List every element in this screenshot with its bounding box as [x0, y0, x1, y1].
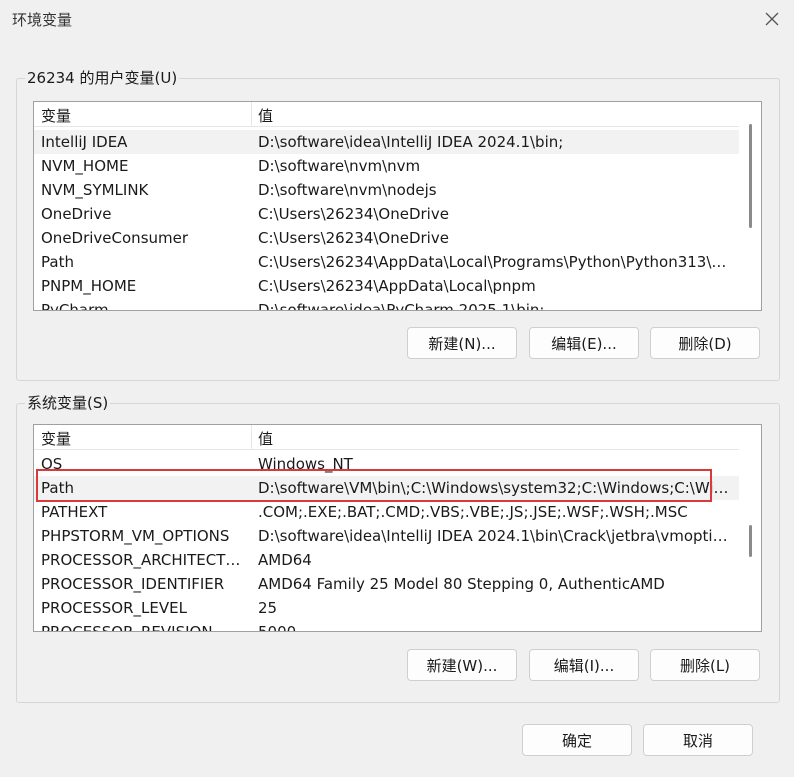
system-new-button[interactable]: 新建(W)...	[407, 649, 517, 681]
system-var-row[interactable]: PROCESSOR_IDENTIFIER AMD64 Family 25 Mod…	[34, 572, 739, 596]
system-vars-list[interactable]: 变量 值 OS Windows_NT Path D:\software\VM\b…	[33, 424, 762, 632]
var-value: D:\software\nvm\nodejs	[258, 181, 437, 199]
close-icon	[765, 12, 779, 26]
close-button[interactable]	[756, 4, 788, 34]
var-name: PNPM_HOME	[41, 277, 137, 295]
system-vars-scrollbar[interactable]	[740, 425, 761, 631]
user-var-row[interactable]: PNPM_HOME C:\Users\26234\AppData\Local\p…	[34, 274, 739, 298]
user-edit-button[interactable]: 编辑(E)...	[529, 327, 639, 359]
var-value: D:\software\idea\IntelliJ IDEA 2024.1\bi…	[258, 133, 564, 151]
column-header-variable[interactable]: 变量	[41, 105, 71, 126]
system-var-row[interactable]: PROCESSOR_LEVEL 25	[34, 596, 739, 620]
system-edit-button[interactable]: 编辑(I)...	[529, 649, 639, 681]
system-var-row[interactable]: PROCESSOR_REVISION 5000	[34, 620, 739, 632]
var-value: C:\Users\26234\OneDrive	[258, 205, 449, 223]
column-header-value[interactable]: 值	[258, 105, 273, 126]
system-vars-group-label: 系统变量(S)	[25, 392, 111, 414]
user-var-row[interactable]: PyCharm D:\software\idea\PyCharm 2025.1\…	[34, 298, 739, 311]
cancel-button[interactable]: 取消	[643, 724, 753, 756]
var-value: C:\Users\26234\AppData\Local\pnpm	[258, 277, 536, 295]
system-var-row[interactable]: PATHEXT .COM;.EXE;.BAT;.CMD;.VBS;.VBE;.J…	[34, 500, 739, 524]
var-name: IntelliJ IDEA	[41, 133, 128, 151]
var-name: Path	[41, 253, 74, 271]
user-var-row[interactable]: OneDrive C:\Users\26234\OneDrive	[34, 202, 739, 226]
var-value: D:\software\idea\PyCharm 2025.1\bin;	[258, 301, 545, 311]
var-name: PROCESSOR_LEVEL	[41, 599, 187, 617]
user-vars-list[interactable]: 变量 值 IntelliJ IDEA D:\software\idea\Inte…	[33, 101, 762, 311]
user-var-row[interactable]: NVM_HOME D:\software\nvm\nvm	[34, 154, 739, 178]
var-value: .COM;.EXE;.BAT;.CMD;.VBS;.VBE;.JS;.JSE;.…	[258, 503, 688, 521]
var-name: PROCESSOR_REVISION	[41, 623, 213, 632]
user-var-row[interactable]: OneDriveConsumer C:\Users\26234\OneDrive	[34, 226, 739, 250]
user-var-row[interactable]: Path C:\Users\26234\AppData\Local\Progra…	[34, 250, 739, 274]
user-delete-button[interactable]: 删除(D)	[650, 327, 760, 359]
var-value: AMD64 Family 25 Model 80 Stepping 0, Aut…	[258, 575, 665, 593]
system-var-row[interactable]: PROCESSOR_ARCHITECTURE AMD64	[34, 548, 739, 572]
var-value: C:\Users\26234\AppData\Local\Programs\Py…	[258, 253, 732, 271]
window-title: 环境变量	[12, 11, 73, 29]
system-var-row[interactable]: PHPSTORM_VM_OPTIONS D:\software\idea\Int…	[34, 524, 739, 548]
var-name: NVM_HOME	[41, 157, 129, 175]
var-name: PATHEXT	[41, 503, 108, 521]
user-var-row[interactable]: NVM_SYMLINK D:\software\nvm\nodejs	[34, 178, 739, 202]
user-vars-header: 变量 值	[34, 102, 739, 127]
ok-button[interactable]: 确定	[522, 724, 632, 756]
column-header-variable[interactable]: 变量	[41, 428, 71, 449]
path-highlight-box	[36, 469, 712, 502]
column-divider[interactable]	[251, 425, 252, 449]
user-var-row[interactable]: IntelliJ IDEA D:\software\idea\IntelliJ …	[34, 130, 739, 154]
user-vars-group-label: 26234 的用户变量(U)	[25, 67, 180, 89]
var-name: NVM_SYMLINK	[41, 181, 149, 199]
user-new-button[interactable]: 新建(N)...	[407, 327, 517, 359]
var-value: D:\software\idea\IntelliJ IDEA 2024.1\bi…	[258, 527, 732, 545]
var-value: 25	[258, 599, 278, 617]
var-value: AMD64	[258, 551, 312, 569]
var-value: 5000	[258, 623, 297, 632]
var-name: OneDrive	[41, 205, 112, 223]
var-name: PyCharm	[41, 301, 109, 311]
var-name: PHPSTORM_VM_OPTIONS	[41, 527, 230, 545]
system-vars-header: 变量 值	[34, 425, 739, 450]
user-vars-scrollbar[interactable]	[740, 102, 761, 310]
column-header-value[interactable]: 值	[258, 428, 273, 449]
title-bar: 环境变量	[0, 0, 794, 38]
var-name: PROCESSOR_IDENTIFIER	[41, 575, 225, 593]
system-delete-button[interactable]: 删除(L)	[650, 649, 760, 681]
var-value: C:\Users\26234\OneDrive	[258, 229, 449, 247]
scrollbar-thumb[interactable]	[749, 525, 752, 557]
column-divider[interactable]	[251, 102, 252, 126]
var-name: PROCESSOR_ARCHITECTURE	[41, 551, 249, 569]
var-name: OneDriveConsumer	[41, 229, 189, 247]
scrollbar-thumb[interactable]	[749, 124, 752, 228]
var-value: D:\software\nvm\nvm	[258, 157, 421, 175]
